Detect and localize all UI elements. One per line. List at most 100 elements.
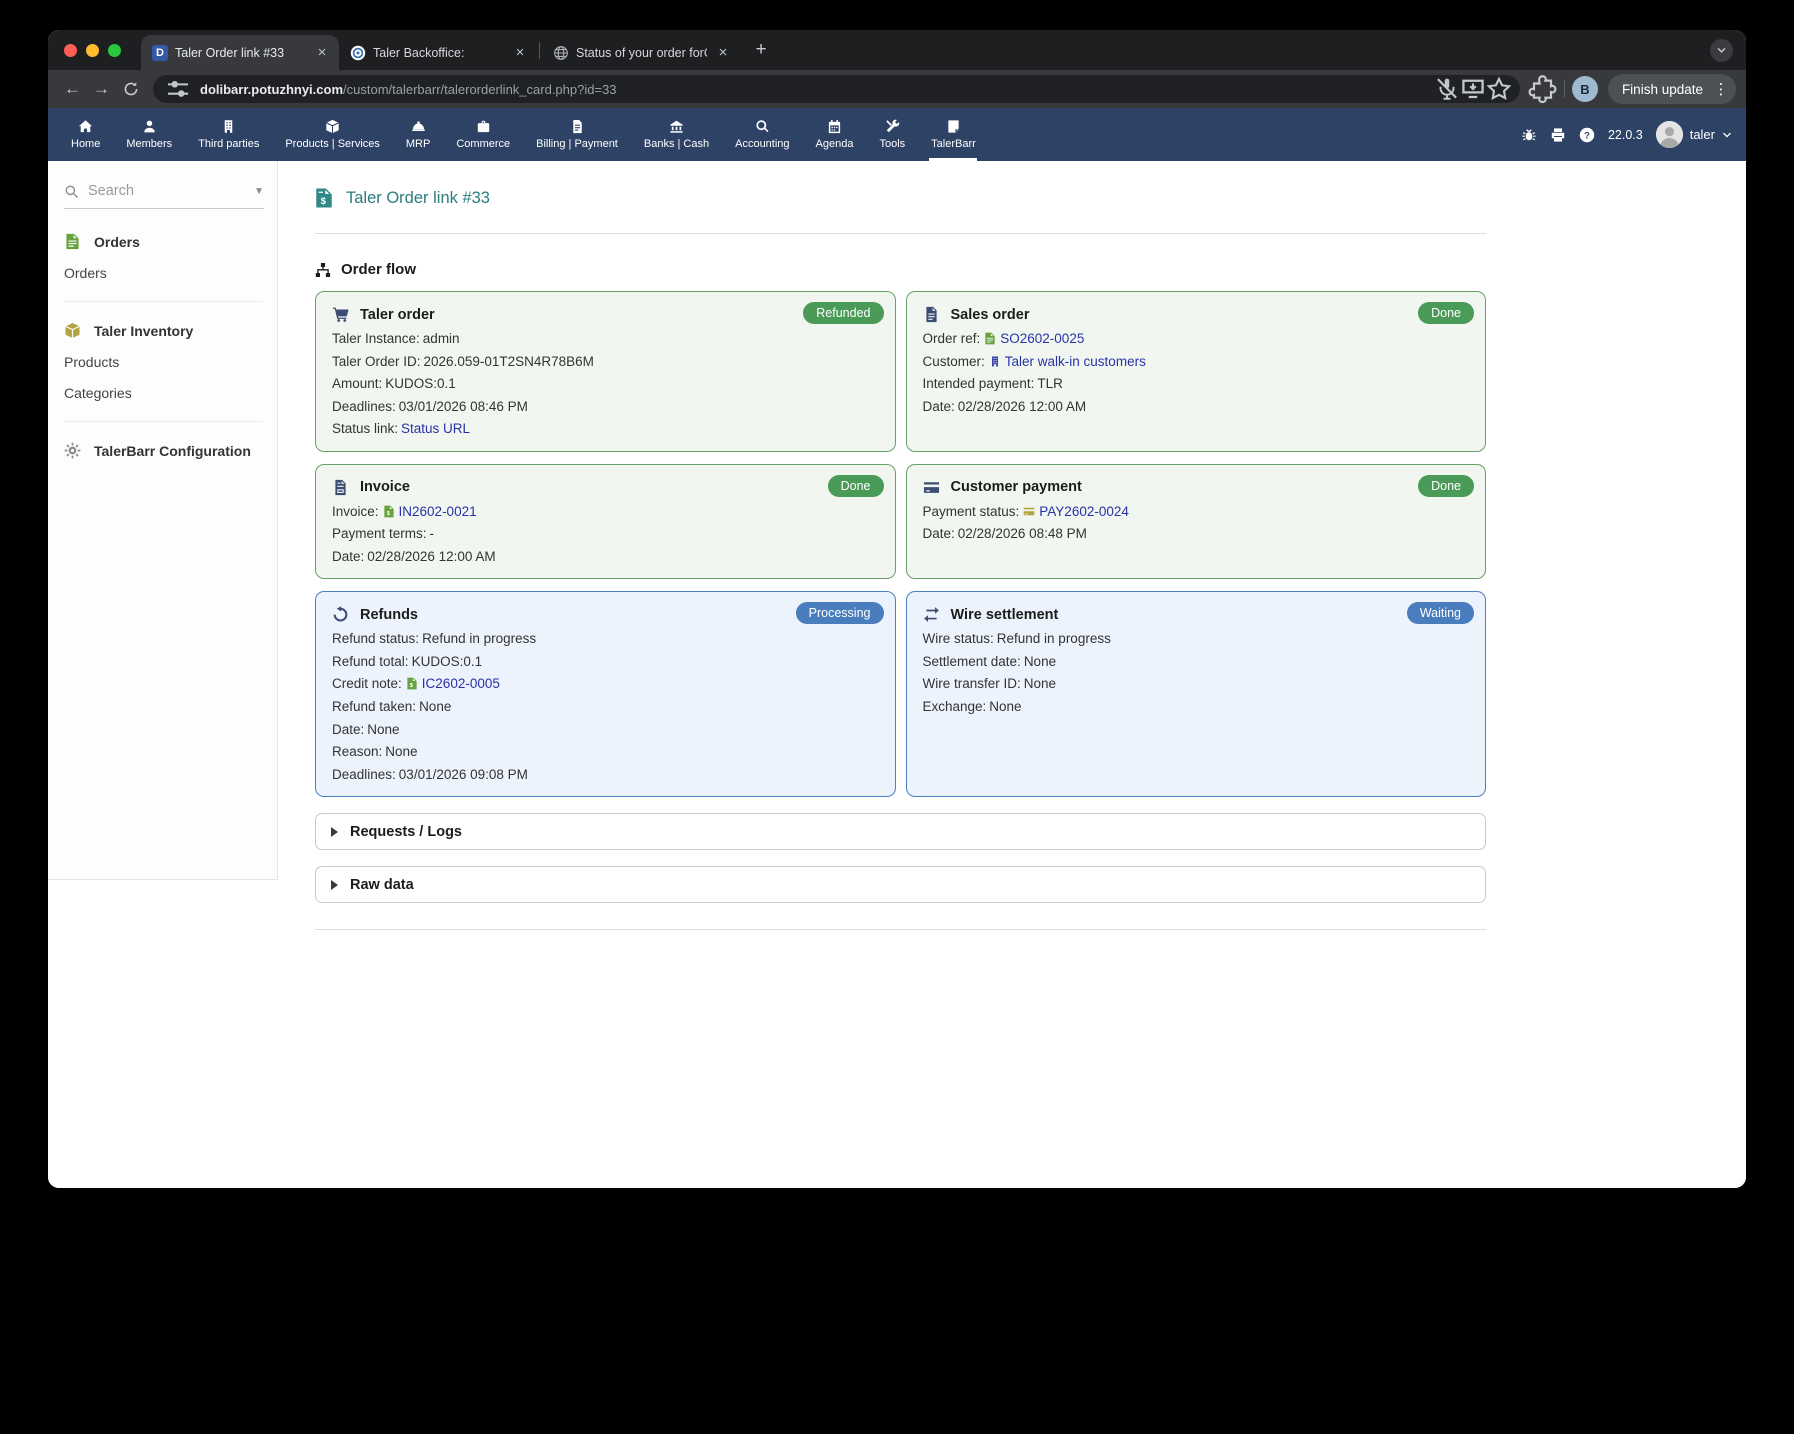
sidebar-section-title[interactable]: Taler Inventory — [64, 322, 263, 339]
nav-item-mrp[interactable]: MRP — [393, 108, 443, 161]
inventory-cube-icon — [64, 322, 81, 339]
screen: D Taler Order link #33 × Taler Backoffic… — [0, 0, 1794, 1434]
forward-button[interactable]: → — [87, 75, 116, 104]
field-link[interactable]: SO2602-0025 — [1000, 331, 1084, 346]
nav-item-label: Accounting — [735, 138, 789, 150]
profile-avatar[interactable]: B — [1572, 76, 1598, 102]
nav-item-commerce[interactable]: Commerce — [443, 108, 523, 161]
sidebar-item-orders[interactable]: Orders — [64, 265, 263, 281]
field-value: 02/28/2026 12:00 AM — [367, 549, 495, 564]
field-link[interactable]: IC2602-0005 — [422, 676, 500, 691]
mini-invoice-green-icon: $ — [383, 505, 395, 518]
main-area: $ Taler Order link #33 Order flow Taler … — [278, 161, 1746, 1188]
order-flow-cards: Taler orderRefundedTaler Instance:adminT… — [315, 291, 1486, 797]
toolbar-separator — [1564, 80, 1565, 98]
tab-order-status[interactable]: Status of your order forOrder × — [542, 35, 740, 70]
browser-window: D Taler Order link #33 × Taler Backoffic… — [48, 30, 1746, 1188]
card-field: Payment terms:- — [332, 525, 879, 543]
close-icon[interactable]: × — [313, 44, 331, 62]
help-icon[interactable]: ? — [1579, 127, 1595, 143]
search-icon — [64, 184, 79, 199]
finish-update-button[interactable]: Finish update ⋮ — [1608, 74, 1736, 104]
field-label: Deadlines: — [332, 767, 396, 782]
card-field: Payment status:PAY2602-0024 — [923, 503, 1470, 521]
install-icon[interactable] — [1460, 76, 1486, 102]
field-link[interactable]: PAY2602-0024 — [1039, 504, 1129, 519]
caret-down-icon[interactable]: ▼ — [254, 186, 264, 197]
nav-item-banks-cash[interactable]: Banks | Cash — [631, 108, 722, 161]
field-label: Taler Order ID: — [332, 354, 421, 369]
card-field: Reason:None — [332, 743, 879, 761]
field-value: TLR — [1037, 376, 1063, 391]
card-title: Sales order — [951, 307, 1030, 323]
card-field: Taler Instance:admin — [332, 330, 879, 348]
panel-raw-data[interactable]: Raw data — [315, 866, 1486, 903]
sitemap-icon — [315, 262, 331, 278]
zoom-window-button[interactable] — [108, 44, 121, 57]
field-value: 02/28/2026 12:00 AM — [958, 399, 1086, 414]
field-label: Reason: — [332, 744, 382, 759]
field-link[interactable]: Status URL — [401, 421, 470, 436]
panel-requests-logs[interactable]: Requests / Logs — [315, 813, 1486, 850]
username-label: taler — [1690, 127, 1715, 142]
field-link[interactable]: Taler walk-in customers — [1005, 354, 1146, 369]
address-bar[interactable]: dolibarr.potuzhnyi.com/custom/talerbarr/… — [153, 75, 1520, 103]
sidebar-section-label: TalerBarr Configuration — [94, 443, 251, 459]
nav-item-label: Home — [71, 138, 100, 150]
tab-taler-order-link[interactable]: D Taler Order link #33 × — [141, 35, 339, 70]
user-menu[interactable]: taler — [1656, 121, 1732, 148]
mini-invoice-green-icon: $ — [406, 677, 418, 690]
close-window-button[interactable] — [64, 44, 77, 57]
nav-item-tools[interactable]: Tools — [866, 108, 918, 161]
field-label: Status link: — [332, 421, 398, 436]
site-info-icon[interactable] — [165, 76, 191, 102]
back-button[interactable]: ← — [58, 75, 87, 104]
page-content: ▼ Orders Orders Taler Inventory Products Cat… — [48, 161, 1746, 1188]
sidebar-section-title[interactable]: TalerBarr Configuration — [64, 442, 263, 459]
nav-item-home[interactable]: Home — [58, 108, 113, 161]
extensions-icon[interactable] — [1528, 75, 1557, 104]
field-link[interactable]: IN2602-0021 — [399, 504, 477, 519]
sidebar-section-title[interactable]: Orders — [64, 233, 263, 250]
accounting-magnifier-icon — [755, 119, 770, 134]
mic-blocked-icon[interactable] — [1434, 76, 1460, 102]
card-header: Sales order — [923, 306, 1470, 323]
reload-button[interactable] — [116, 75, 145, 104]
nav-item-agenda[interactable]: Agenda — [803, 108, 867, 161]
print-icon[interactable] — [1550, 127, 1566, 143]
nav-item-third-parties[interactable]: Third parties — [185, 108, 272, 161]
close-icon[interactable]: × — [714, 44, 732, 62]
commerce-suitcase-icon — [476, 119, 491, 134]
new-tab-button[interactable]: + — [746, 35, 776, 65]
tab-search-button[interactable] — [1710, 39, 1733, 62]
search-input[interactable] — [88, 183, 245, 199]
card-title: Invoice — [360, 479, 410, 495]
field-value: 02/28/2026 08:48 PM — [958, 526, 1087, 541]
nav-item-accounting[interactable]: Accounting — [722, 108, 802, 161]
exchange-icon — [923, 606, 940, 623]
nav-item-products-services[interactable]: Products | Services — [272, 108, 393, 161]
nav-item-label: Billing | Payment — [536, 138, 618, 150]
field-label: Customer: — [923, 354, 985, 369]
card-field: Date:02/28/2026 08:48 PM — [923, 525, 1470, 543]
field-label: Exchange: — [923, 699, 987, 714]
sidebar-item-categories[interactable]: Categories — [64, 385, 263, 401]
card-title: Taler order — [360, 307, 435, 323]
bookmark-star-icon[interactable] — [1486, 76, 1512, 102]
nav-item-members[interactable]: Members — [113, 108, 185, 161]
field-value: KUDOS:0.1 — [385, 376, 456, 391]
field-label: Taler Instance: — [332, 331, 420, 346]
browser-menu-icon[interactable]: ⋮ — [1710, 80, 1732, 98]
card-wire-settlement: Wire settlementWaitingWire status:Refund… — [906, 591, 1487, 797]
close-icon[interactable]: × — [511, 44, 529, 62]
card-field: Settlement date:None — [923, 653, 1470, 671]
card-field: Status link:Status URL — [332, 420, 879, 438]
nav-item-billing-payment[interactable]: Billing | Payment — [523, 108, 631, 161]
sidebar-item-products[interactable]: Products — [64, 354, 263, 370]
field-label: Intended payment: — [923, 376, 1035, 391]
bug-icon[interactable] — [1521, 127, 1537, 143]
minimize-window-button[interactable] — [86, 44, 99, 57]
nav-item-talerbarr[interactable]: TalerBarr — [918, 108, 989, 161]
tab-taler-backoffice[interactable]: Taler Backoffice: × — [339, 35, 537, 70]
user-avatar — [1656, 121, 1683, 148]
